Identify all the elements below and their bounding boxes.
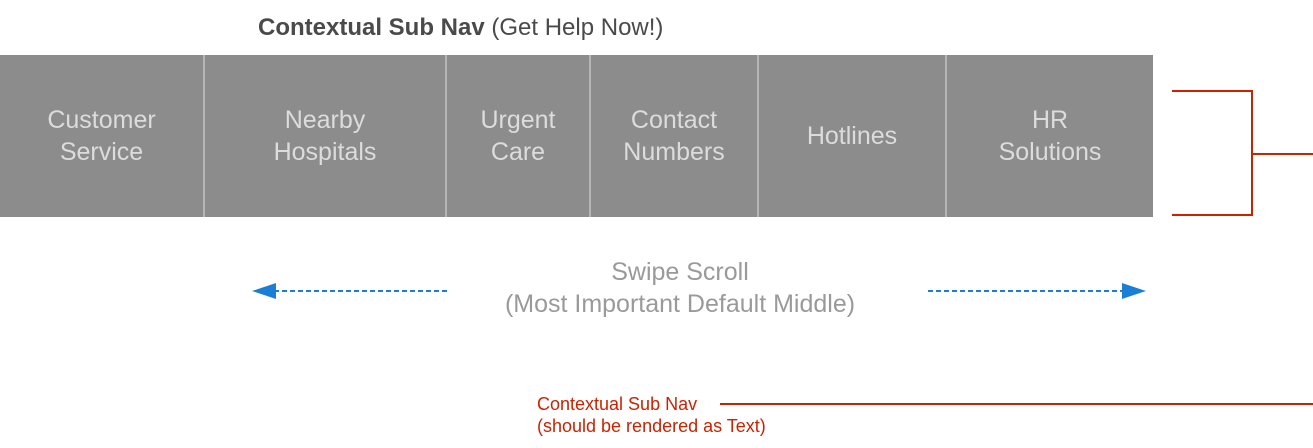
diagram-connectors: [252, 90, 1313, 405]
left-arrow-icon: [252, 283, 276, 299]
annotation-line2: (should be rendered as Text): [537, 416, 766, 436]
swipe-label-line1: Swipe Scroll: [611, 258, 749, 286]
right-arrow-icon: [1122, 283, 1146, 299]
swipe-label-line2: (Most Important Default Middle): [504, 290, 856, 318]
red-bracket: [1172, 90, 1253, 216]
annotation-label: Contextual Sub Nav (should be rendered a…: [537, 393, 766, 437]
swipe-scroll-label: Swipe Scroll (Most Important Default Mid…: [440, 256, 920, 320]
annotation-line1: Contextual Sub Nav: [537, 394, 698, 414]
